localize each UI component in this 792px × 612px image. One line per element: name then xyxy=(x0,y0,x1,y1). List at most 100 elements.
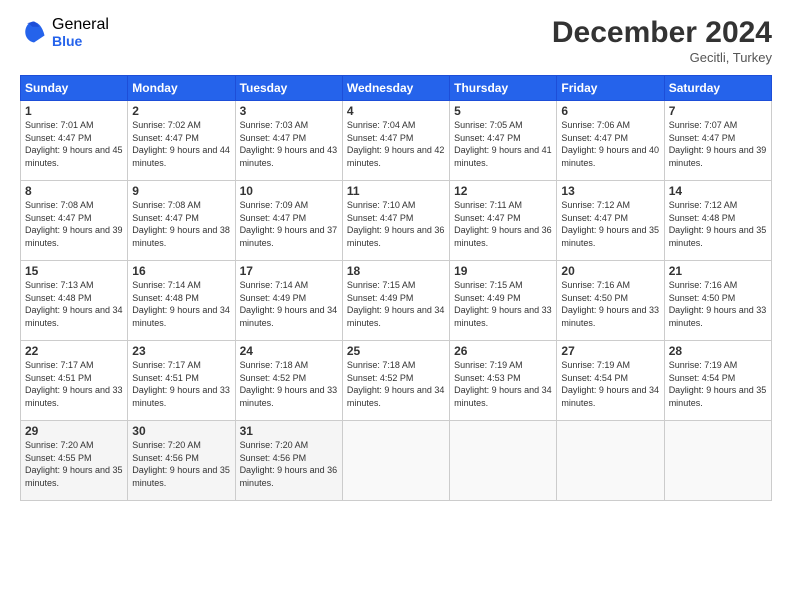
day-cell: 28 Sunrise: 7:19 AM Sunset: 4:54 PM Dayl… xyxy=(664,341,771,421)
week-row: 22 Sunrise: 7:17 AM Sunset: 4:51 PM Dayl… xyxy=(21,341,772,421)
day-cell: 7 Sunrise: 7:07 AM Sunset: 4:47 PM Dayli… xyxy=(664,101,771,181)
sunrise-label: Sunrise: 7:18 AM xyxy=(240,360,309,370)
sunrise-label: Sunrise: 7:20 AM xyxy=(25,440,94,450)
day-cell: 29 Sunrise: 7:20 AM Sunset: 4:55 PM Dayl… xyxy=(21,421,128,501)
day-number: 15 xyxy=(25,264,123,278)
daylight-label: Daylight: 9 hours and 42 minutes. xyxy=(347,145,445,168)
day-cell: 14 Sunrise: 7:12 AM Sunset: 4:48 PM Dayl… xyxy=(664,181,771,261)
sunset-label: Sunset: 4:47 PM xyxy=(25,133,92,143)
calendar: Sunday Monday Tuesday Wednesday Thursday… xyxy=(20,75,772,501)
day-number: 4 xyxy=(347,104,445,118)
sunset-label: Sunset: 4:52 PM xyxy=(240,373,307,383)
day-cell: 4 Sunrise: 7:04 AM Sunset: 4:47 PM Dayli… xyxy=(342,101,449,181)
day-number: 12 xyxy=(454,184,552,198)
sunrise-label: Sunrise: 7:03 AM xyxy=(240,120,309,130)
daylight-label: Daylight: 9 hours and 35 minutes. xyxy=(561,225,659,248)
day-number: 25 xyxy=(347,344,445,358)
day-cell: 10 Sunrise: 7:09 AM Sunset: 4:47 PM Dayl… xyxy=(235,181,342,261)
sunrise-label: Sunrise: 7:06 AM xyxy=(561,120,630,130)
col-saturday: Saturday xyxy=(664,76,771,101)
day-cell: 20 Sunrise: 7:16 AM Sunset: 4:50 PM Dayl… xyxy=(557,261,664,341)
day-cell: 26 Sunrise: 7:19 AM Sunset: 4:53 PM Dayl… xyxy=(450,341,557,421)
day-number: 11 xyxy=(347,184,445,198)
sunset-label: Sunset: 4:47 PM xyxy=(561,133,628,143)
sunrise-label: Sunrise: 7:16 AM xyxy=(669,280,738,290)
day-info: Sunrise: 7:05 AM Sunset: 4:47 PM Dayligh… xyxy=(454,119,552,169)
day-cell: 15 Sunrise: 7:13 AM Sunset: 4:48 PM Dayl… xyxy=(21,261,128,341)
header-row: Sunday Monday Tuesday Wednesday Thursday… xyxy=(21,76,772,101)
daylight-label: Daylight: 9 hours and 39 minutes. xyxy=(25,225,123,248)
sunset-label: Sunset: 4:51 PM xyxy=(132,373,199,383)
day-info: Sunrise: 7:09 AM Sunset: 4:47 PM Dayligh… xyxy=(240,199,338,249)
sunset-label: Sunset: 4:50 PM xyxy=(561,293,628,303)
day-number: 26 xyxy=(454,344,552,358)
day-cell: 31 Sunrise: 7:20 AM Sunset: 4:56 PM Dayl… xyxy=(235,421,342,501)
sunrise-label: Sunrise: 7:12 AM xyxy=(561,200,630,210)
daylight-label: Daylight: 9 hours and 43 minutes. xyxy=(240,145,338,168)
daylight-label: Daylight: 9 hours and 36 minutes. xyxy=(454,225,552,248)
day-cell xyxy=(557,421,664,501)
sunrise-label: Sunrise: 7:08 AM xyxy=(132,200,201,210)
day-info: Sunrise: 7:19 AM Sunset: 4:53 PM Dayligh… xyxy=(454,359,552,409)
week-row: 1 Sunrise: 7:01 AM Sunset: 4:47 PM Dayli… xyxy=(21,101,772,181)
daylight-label: Daylight: 9 hours and 36 minutes. xyxy=(347,225,445,248)
day-number: 2 xyxy=(132,104,230,118)
daylight-label: Daylight: 9 hours and 44 minutes. xyxy=(132,145,230,168)
sunset-label: Sunset: 4:47 PM xyxy=(25,213,92,223)
sunset-label: Sunset: 4:47 PM xyxy=(132,133,199,143)
day-info: Sunrise: 7:16 AM Sunset: 4:50 PM Dayligh… xyxy=(669,279,767,329)
day-number: 6 xyxy=(561,104,659,118)
day-number: 21 xyxy=(669,264,767,278)
day-number: 9 xyxy=(132,184,230,198)
logo-icon xyxy=(20,18,48,46)
daylight-label: Daylight: 9 hours and 33 minutes. xyxy=(25,385,123,408)
day-cell: 6 Sunrise: 7:06 AM Sunset: 4:47 PM Dayli… xyxy=(557,101,664,181)
daylight-label: Daylight: 9 hours and 38 minutes. xyxy=(132,225,230,248)
daylight-label: Daylight: 9 hours and 35 minutes. xyxy=(669,225,767,248)
day-info: Sunrise: 7:15 AM Sunset: 4:49 PM Dayligh… xyxy=(347,279,445,329)
day-cell: 27 Sunrise: 7:19 AM Sunset: 4:54 PM Dayl… xyxy=(557,341,664,421)
day-cell: 2 Sunrise: 7:02 AM Sunset: 4:47 PM Dayli… xyxy=(128,101,235,181)
sunset-label: Sunset: 4:53 PM xyxy=(454,373,521,383)
daylight-label: Daylight: 9 hours and 45 minutes. xyxy=(25,145,123,168)
col-sunday: Sunday xyxy=(21,76,128,101)
day-info: Sunrise: 7:04 AM Sunset: 4:47 PM Dayligh… xyxy=(347,119,445,169)
sunset-label: Sunset: 4:47 PM xyxy=(132,213,199,223)
day-info: Sunrise: 7:20 AM Sunset: 4:56 PM Dayligh… xyxy=(132,439,230,489)
day-cell: 3 Sunrise: 7:03 AM Sunset: 4:47 PM Dayli… xyxy=(235,101,342,181)
day-number: 1 xyxy=(25,104,123,118)
sunset-label: Sunset: 4:47 PM xyxy=(561,213,628,223)
sunset-label: Sunset: 4:47 PM xyxy=(669,133,736,143)
col-friday: Friday xyxy=(557,76,664,101)
daylight-label: Daylight: 9 hours and 34 minutes. xyxy=(347,305,445,328)
daylight-label: Daylight: 9 hours and 33 minutes. xyxy=(669,305,767,328)
day-info: Sunrise: 7:17 AM Sunset: 4:51 PM Dayligh… xyxy=(132,359,230,409)
calendar-body: 1 Sunrise: 7:01 AM Sunset: 4:47 PM Dayli… xyxy=(21,101,772,501)
daylight-label: Daylight: 9 hours and 34 minutes. xyxy=(347,385,445,408)
sunrise-label: Sunrise: 7:02 AM xyxy=(132,120,201,130)
day-info: Sunrise: 7:10 AM Sunset: 4:47 PM Dayligh… xyxy=(347,199,445,249)
logo-general: General xyxy=(52,16,109,34)
day-cell: 13 Sunrise: 7:12 AM Sunset: 4:47 PM Dayl… xyxy=(557,181,664,261)
sunset-label: Sunset: 4:51 PM xyxy=(25,373,92,383)
sunrise-label: Sunrise: 7:15 AM xyxy=(347,280,416,290)
day-cell xyxy=(342,421,449,501)
day-cell xyxy=(450,421,557,501)
daylight-label: Daylight: 9 hours and 37 minutes. xyxy=(240,225,338,248)
sunset-label: Sunset: 4:52 PM xyxy=(347,373,414,383)
sunset-label: Sunset: 4:47 PM xyxy=(240,133,307,143)
daylight-label: Daylight: 9 hours and 33 minutes. xyxy=(132,385,230,408)
day-info: Sunrise: 7:17 AM Sunset: 4:51 PM Dayligh… xyxy=(25,359,123,409)
sunset-label: Sunset: 4:47 PM xyxy=(347,213,414,223)
daylight-label: Daylight: 9 hours and 40 minutes. xyxy=(561,145,659,168)
daylight-label: Daylight: 9 hours and 33 minutes. xyxy=(240,385,338,408)
daylight-label: Daylight: 9 hours and 33 minutes. xyxy=(561,305,659,328)
sunrise-label: Sunrise: 7:08 AM xyxy=(25,200,94,210)
col-tuesday: Tuesday xyxy=(235,76,342,101)
sunset-label: Sunset: 4:47 PM xyxy=(347,133,414,143)
daylight-label: Daylight: 9 hours and 41 minutes. xyxy=(454,145,552,168)
sunrise-label: Sunrise: 7:11 AM xyxy=(454,200,522,210)
sunset-label: Sunset: 4:47 PM xyxy=(240,213,307,223)
day-info: Sunrise: 7:08 AM Sunset: 4:47 PM Dayligh… xyxy=(25,199,123,249)
sunrise-label: Sunrise: 7:17 AM xyxy=(25,360,94,370)
